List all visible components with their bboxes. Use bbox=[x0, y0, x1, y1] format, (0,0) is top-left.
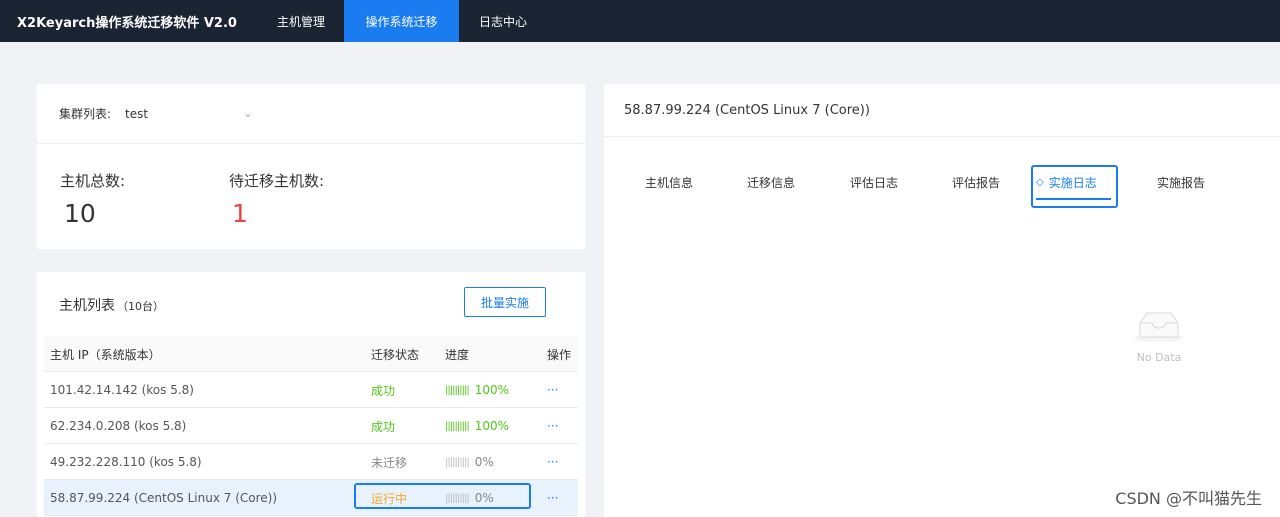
detail-tabs: 主机信息 迁移信息 评估日志 评估报告 ◇ 实施日志 实施报告 bbox=[604, 164, 1280, 208]
highlight-box bbox=[354, 483, 531, 509]
more-actions-icon[interactable]: ··· bbox=[547, 372, 558, 408]
progress-percent: 100% bbox=[474, 383, 510, 397]
host-ip: 49.232.228.110 (kos 5.8) bbox=[50, 455, 202, 469]
chevron-down-icon[interactable]: ⌄ bbox=[243, 106, 253, 120]
total-hosts-value: 10 bbox=[64, 199, 96, 228]
cluster-selector[interactable]: 集群列表: test ⌄ bbox=[37, 84, 585, 144]
host-stats: 主机总数: 10 待迁移主机数: 1 bbox=[37, 144, 585, 249]
tab-migration-info[interactable]: 迁移信息 bbox=[747, 164, 795, 200]
tab-implementation-report[interactable]: 实施报告 bbox=[1157, 164, 1205, 200]
progress-bar: |||||||||| bbox=[445, 420, 470, 432]
host-count: （10台） bbox=[117, 300, 164, 313]
tab-host-info[interactable]: 主机信息 bbox=[645, 164, 693, 200]
empty-state: No Data bbox=[1124, 309, 1194, 364]
tab-assessment-report[interactable]: 评估报告 bbox=[952, 164, 1000, 200]
host-table: 主机 IP（系统版本） 迁移状态 进度 操作 101.42.14.142 (ko… bbox=[44, 336, 578, 516]
column-header-ip: 主机 IP（系统版本） bbox=[50, 347, 161, 362]
tab-assessment-log[interactable]: 评估日志 bbox=[850, 164, 898, 200]
host-detail-card: 58.87.99.224 (CentOS Linux 7 (Core)) 主机信… bbox=[604, 84, 1280, 517]
table-row[interactable]: 101.42.14.142 (kos 5.8) 成功 |||||||||| 100… bbox=[44, 372, 578, 408]
migration-status: 成功 bbox=[371, 419, 396, 434]
top-nav-bar: X2Keyarch操作系统迁移软件 V2.0 主机管理 操作系统迁移 日志中心 bbox=[0, 0, 1280, 42]
progress-bar: |||||||||| bbox=[445, 384, 470, 396]
table-row-selected[interactable]: 58.87.99.224 (CentOS Linux 7 (Core)) 运行中… bbox=[44, 480, 578, 516]
host-ip: 101.42.14.142 (kos 5.8) bbox=[50, 383, 194, 397]
progress-indicator: |||||||||| 0% bbox=[445, 444, 494, 480]
host-detail-title: 58.87.99.224 (CentOS Linux 7 (Core)) bbox=[604, 84, 1280, 137]
highlight-box bbox=[1031, 165, 1118, 208]
app-title: X2Keyarch操作系统迁移软件 V2.0 bbox=[17, 15, 237, 31]
progress-indicator: |||||||||| 100% bbox=[445, 372, 509, 408]
host-list-title-text: 主机列表 bbox=[59, 298, 115, 314]
column-header-progress: 进度 bbox=[445, 347, 470, 362]
empty-text: No Data bbox=[1136, 351, 1182, 364]
host-list-title: 主机列表 （10台） bbox=[59, 295, 164, 315]
progress-indicator: |||||||||| 100% bbox=[445, 408, 509, 444]
cluster-select-value[interactable]: test bbox=[125, 107, 148, 121]
total-hosts-label: 主机总数: bbox=[60, 172, 126, 190]
cluster-card: 集群列表: test ⌄ 主机总数: 10 待迁移主机数: 1 bbox=[37, 84, 585, 249]
host-ip: 62.234.0.208 (kos 5.8) bbox=[50, 419, 187, 433]
pending-hosts-label: 待迁移主机数: bbox=[229, 172, 325, 190]
pending-hosts-value: 1 bbox=[232, 199, 248, 228]
table-row[interactable]: 62.234.0.208 (kos 5.8) 成功 |||||||||| 100%… bbox=[44, 408, 578, 444]
nav-os-migration[interactable]: 操作系统迁移 bbox=[344, 0, 459, 42]
host-ip: 58.87.99.224 (CentOS Linux 7 (Core)) bbox=[50, 491, 278, 505]
table-row[interactable]: 49.232.228.110 (kos 5.8) 未迁移 |||||||||| 0… bbox=[44, 444, 578, 480]
migration-status: 未迁移 bbox=[371, 455, 408, 470]
batch-implement-button[interactable]: 批量实施 bbox=[464, 287, 546, 317]
cluster-label: 集群列表: bbox=[59, 107, 112, 121]
migration-status: 成功 bbox=[371, 383, 396, 398]
progress-percent: 100% bbox=[474, 419, 510, 433]
column-header-actions: 操作 bbox=[547, 347, 572, 362]
watermark: CSDN @不叫猫先生 bbox=[1115, 489, 1262, 508]
nav-host-management[interactable]: 主机管理 bbox=[258, 0, 344, 42]
more-actions-icon[interactable]: ··· bbox=[547, 480, 558, 516]
progress-percent: 0% bbox=[474, 455, 494, 469]
empty-inbox-icon bbox=[1134, 312, 1184, 342]
more-actions-icon[interactable]: ··· bbox=[547, 444, 558, 480]
column-header-status: 迁移状态 bbox=[371, 347, 420, 362]
host-list-card: 主机列表 （10台） 批量实施 主机 IP（系统版本） 迁移状态 进度 操作 10… bbox=[37, 272, 585, 517]
table-header: 主机 IP（系统版本） 迁移状态 进度 操作 bbox=[44, 336, 578, 372]
more-actions-icon[interactable]: ··· bbox=[547, 408, 558, 444]
progress-bar: |||||||||| bbox=[445, 456, 470, 468]
nav-log-center[interactable]: 日志中心 bbox=[459, 0, 547, 42]
